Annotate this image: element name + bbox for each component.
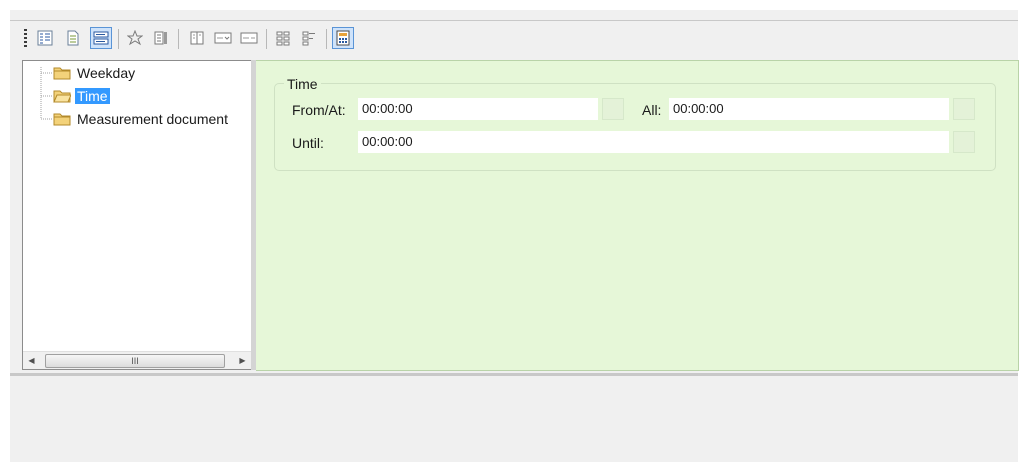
form-panel: Time From/At: All: Until:	[256, 60, 1019, 371]
until-input[interactable]	[358, 131, 949, 153]
from-at-label: From/At:	[292, 102, 346, 118]
form-view-icon[interactable]	[90, 27, 112, 49]
document-icon[interactable]	[62, 27, 84, 49]
folder-open-icon	[53, 90, 71, 103]
scroll-left-icon[interactable]: ◀	[23, 352, 40, 369]
all-label: All:	[642, 102, 662, 118]
until-label: Until:	[292, 135, 324, 151]
from-at-input[interactable]	[358, 98, 598, 120]
folder-icon	[53, 113, 71, 126]
column-icon[interactable]	[186, 27, 208, 49]
scrollbar-grip: III	[131, 356, 139, 366]
toolbar-grip[interactable]	[24, 29, 27, 49]
tree-item-time[interactable]: Time	[53, 87, 110, 105]
properties-icon[interactable]	[150, 27, 172, 49]
tree-item-measurement-document[interactable]: Measurement document	[53, 110, 230, 128]
bottom-panel	[10, 373, 1018, 462]
star-icon[interactable]	[124, 27, 146, 49]
from-at-picker-button[interactable]	[602, 98, 624, 120]
toolbar-separator	[326, 29, 327, 49]
text-field-icon[interactable]	[238, 27, 260, 49]
tree-item-label: Measurement document	[77, 111, 228, 127]
all-input[interactable]	[669, 98, 949, 120]
toolbar	[10, 20, 1018, 57]
scrollbar-thumb[interactable]: III	[45, 354, 225, 368]
grid-layout-icon[interactable]	[272, 27, 294, 49]
toolbar-separator	[178, 29, 179, 49]
toolbar-separator	[118, 29, 119, 49]
scroll-right-icon[interactable]: ▶	[234, 352, 251, 369]
tree-layout-icon[interactable]	[298, 27, 320, 49]
group-title: Time	[284, 76, 321, 92]
list-view-icon[interactable]	[34, 27, 56, 49]
horizontal-scrollbar[interactable]: ◀ III ▶	[23, 351, 251, 369]
dropdown-field-icon[interactable]	[212, 27, 234, 49]
tree-item-label: Time	[75, 88, 110, 104]
calculator-icon[interactable]	[332, 27, 354, 49]
tree-panel: Weekday Time Measurement document ◀ III …	[22, 60, 252, 370]
toolbar-separator	[266, 29, 267, 49]
tree-item-weekday[interactable]: Weekday	[53, 64, 137, 82]
time-group-box	[274, 83, 996, 171]
until-picker-button[interactable]	[953, 131, 975, 153]
tree-item-label: Weekday	[77, 65, 136, 81]
folder-icon	[53, 67, 71, 80]
all-picker-button[interactable]	[953, 98, 975, 120]
